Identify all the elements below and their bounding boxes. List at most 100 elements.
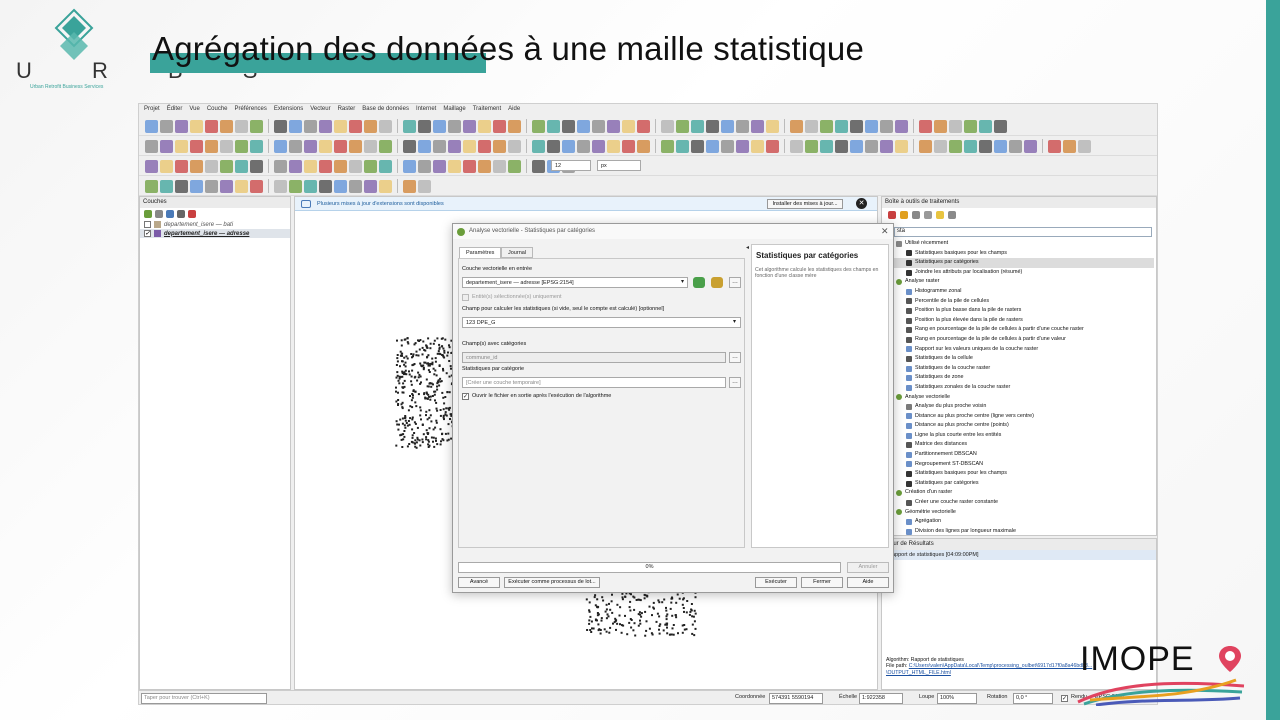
tree-algorithm[interactable]: Analyse du plus proche voisin — [892, 402, 1154, 412]
coordinate-input[interactable]: 574391 5590194 — [769, 693, 823, 704]
toolbar-tool-icon[interactable] — [979, 139, 992, 153]
tree-algorithm[interactable]: Joindre les attributs par localisation (… — [892, 268, 1154, 278]
toolbar-tool-icon[interactable] — [220, 139, 233, 153]
tree-algorithm[interactable]: Statistiques basiques pour les champs — [892, 469, 1154, 479]
tree-algorithm[interactable]: Statistiques par catégories — [892, 479, 1154, 489]
visibility-icon[interactable] — [155, 210, 163, 218]
toolbar-tool-icon[interactable] — [235, 159, 248, 173]
toolbar-tool-icon[interactable] — [661, 119, 674, 133]
result-item[interactable]: Rapport de statistiques [04:09:00PM] — [882, 550, 1156, 560]
layer-checkbox[interactable]: ✓ — [144, 230, 151, 237]
toolbar-tool-icon[interactable] — [493, 139, 506, 153]
toolbar-tool-icon[interactable] — [364, 159, 377, 173]
selected-only-checkbox[interactable] — [462, 294, 469, 301]
toolbar-tool-icon[interactable] — [850, 119, 863, 133]
advanced-button[interactable]: Avancé — [458, 577, 500, 588]
toolbar-tool-icon[interactable] — [274, 119, 287, 133]
tree-algorithm[interactable]: Division des lignes par longueur maximal… — [892, 527, 1154, 537]
toolbox-search-input[interactable]: sta — [894, 227, 1152, 237]
toolbar-tool-icon[interactable] — [364, 139, 377, 153]
snap-unit-select[interactable]: px — [597, 160, 641, 171]
render-checkbox[interactable]: ✓ — [1061, 695, 1068, 702]
menu-item[interactable]: Base de données — [362, 106, 409, 114]
tree-algorithm[interactable]: Statistiques par catégories — [892, 258, 1154, 268]
menu-item[interactable]: Projet — [144, 106, 160, 114]
toolbar-tool-icon[interactable] — [175, 139, 188, 153]
toolbar-tool-icon[interactable] — [820, 139, 833, 153]
tree-algorithm[interactable]: Statistiques de la couche raster — [892, 364, 1154, 374]
toolbar-tool-icon[interactable] — [250, 159, 263, 173]
layer-item-bati[interactable]: departement_isere — bati — [140, 220, 290, 229]
toolbar-tool-icon[interactable] — [289, 179, 302, 193]
menu-item[interactable]: Extensions — [274, 106, 303, 114]
menu-item[interactable]: Traitement — [473, 106, 501, 114]
toolbar-tool-icon[interactable] — [850, 139, 863, 153]
menu-item[interactable]: Internet — [416, 106, 436, 114]
toolbar-tool-icon[interactable] — [1063, 139, 1076, 153]
toolbar-tool-icon[interactable] — [835, 119, 848, 133]
toolbar-tool-icon[interactable] — [949, 119, 962, 133]
toolbar-tool-icon[interactable] — [676, 139, 689, 153]
tree-algorithm[interactable]: Position la plus basse dans la pile de r… — [892, 306, 1154, 316]
tree-algorithm[interactable]: Statistiques de zone — [892, 373, 1154, 383]
toolbar-tool-icon[interactable] — [250, 179, 263, 193]
menu-item[interactable]: Raster — [338, 106, 356, 114]
toolbar-tool-icon[interactable] — [403, 179, 416, 193]
tab-log[interactable]: Journal — [501, 247, 534, 258]
dialog-close-icon[interactable]: ✕ — [881, 226, 889, 237]
toolbar-tool-icon[interactable] — [895, 119, 908, 133]
toolbar-tool-icon[interactable] — [319, 179, 332, 193]
tree-algorithm[interactable]: Matrice des distances — [892, 440, 1154, 450]
toolbar-tool-icon[interactable] — [736, 139, 749, 153]
toolbar-tool-icon[interactable] — [607, 139, 620, 153]
toolbar-tool-icon[interactable] — [334, 119, 347, 133]
toolbar-tool-icon[interactable] — [637, 139, 650, 153]
toolbar-tool-icon[interactable] — [1078, 139, 1091, 153]
toolbar-tool-icon[interactable] — [493, 159, 506, 173]
menu-item[interactable]: Aide — [508, 106, 520, 114]
toolbar-tool-icon[interactable] — [790, 139, 803, 153]
browse-button[interactable]: … — [729, 277, 741, 288]
menu-item[interactable]: Vecteur — [310, 106, 330, 114]
tree-algorithm[interactable]: Histogramme zonal — [892, 287, 1154, 297]
toolbar-tool-icon[interactable] — [994, 139, 1007, 153]
toolbar-tool-icon[interactable] — [175, 159, 188, 173]
toolbar-tool-icon[interactable] — [334, 179, 347, 193]
input-layer-select[interactable]: departement_isere — adresse [EPSG:2154] — [462, 277, 688, 288]
toolbar-tool-icon[interactable] — [895, 139, 908, 153]
toolbar-tool-icon[interactable] — [532, 139, 545, 153]
toolbar-tool-icon[interactable] — [289, 119, 302, 133]
toolbar-tool-icon[interactable] — [379, 179, 392, 193]
toolbar-tool-icon[interactable] — [433, 139, 446, 153]
toolbar-tool-icon[interactable] — [274, 159, 287, 173]
batch-button[interactable]: Exécuter comme processus de lot... — [504, 577, 600, 588]
menu-item[interactable]: Maillage — [443, 106, 465, 114]
toolbar-tool-icon[interactable] — [250, 139, 263, 153]
toolbar-tool-icon[interactable] — [934, 139, 947, 153]
toolbar-tool-icon[interactable] — [160, 159, 173, 173]
toolbar-tool-icon[interactable] — [562, 119, 575, 133]
toolbar-tool-icon[interactable] — [403, 139, 416, 153]
toolbar-tool-icon[interactable] — [304, 119, 317, 133]
tree-algorithm[interactable]: Statistiques basiques pour les champs — [892, 249, 1154, 259]
toolbar-tool-icon[interactable] — [766, 139, 779, 153]
tree-algorithm[interactable]: Rapport sur les valeurs uniques de la co… — [892, 345, 1154, 355]
toolbar-tool-icon[interactable] — [175, 179, 188, 193]
toolbar-tool-icon[interactable] — [790, 119, 803, 133]
edit-features-icon[interactable] — [936, 211, 944, 219]
stat-field-select[interactable]: 123 DPE_G — [462, 317, 741, 328]
tree-algorithm[interactable]: Statistiques zonales de la couche raster — [892, 383, 1154, 393]
toolbar-tool-icon[interactable] — [880, 119, 893, 133]
tree-algorithm[interactable]: Position la plus élevée dans la pile de … — [892, 316, 1154, 326]
toolbar-tool-icon[interactable] — [949, 139, 962, 153]
toolbar-tool-icon[interactable] — [964, 139, 977, 153]
tab-parameters[interactable]: Paramètres — [459, 247, 502, 258]
toolbar-tool-icon[interactable] — [478, 119, 491, 133]
close-message-icon[interactable]: ✕ — [856, 198, 867, 209]
category-fields-input[interactable]: commune_id — [462, 352, 726, 363]
toolbar-tool-icon[interactable] — [478, 159, 491, 173]
toolbar-tool-icon[interactable] — [379, 119, 392, 133]
toolbar-tool-icon[interactable] — [418, 159, 431, 173]
toolbar-tool-icon[interactable] — [250, 119, 263, 133]
snap-tolerance-input[interactable]: 12 — [551, 160, 591, 171]
